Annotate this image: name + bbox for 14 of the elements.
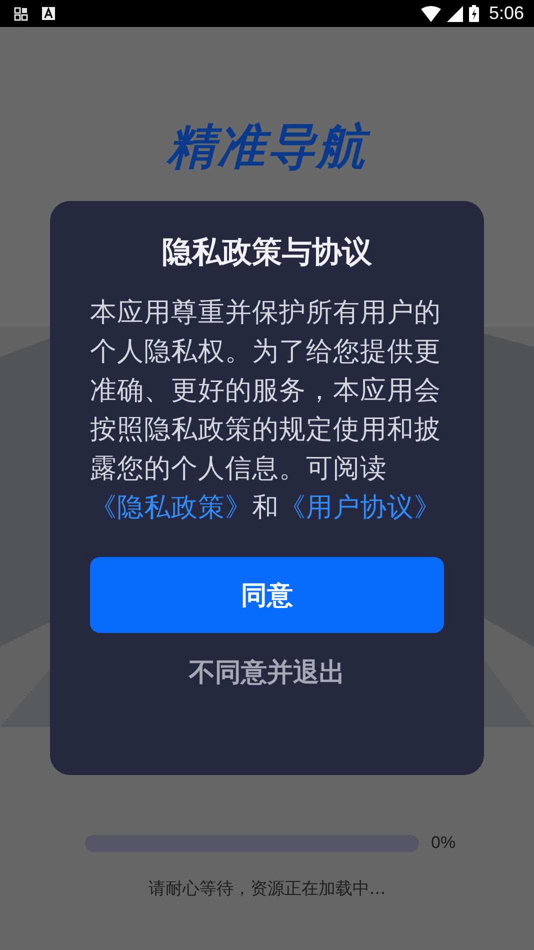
- decline-button[interactable]: 不同意并退出: [183, 649, 351, 696]
- policy-link[interactable]: 《隐私政策》: [90, 492, 252, 523]
- progress-percent: 0%: [431, 833, 456, 853]
- dialog-title: 隐私政策与协议: [162, 234, 372, 272]
- clock: 5:06: [488, 3, 524, 24]
- keyboard-icon: [42, 7, 55, 20]
- agree-button[interactable]: 同意: [90, 557, 444, 633]
- wifi-icon: [420, 6, 441, 22]
- loading-message: 请耐心等待，资源正在加载中...: [148, 878, 386, 900]
- policy-text: 本应用尊重并保护所有用户的个人隐私权。为了给您提供更准确、更好的服务，本应用会按照隐私政策的规定使用和披露您的个人信息。可阅读 《隐私政策》和《用户协议》: [90, 296, 442, 525]
- battery-icon: [468, 5, 479, 22]
- policy-link[interactable]: 《用户协议》: [279, 492, 441, 523]
- signal-icon: [446, 6, 463, 22]
- grid-icon: [14, 6, 28, 20]
